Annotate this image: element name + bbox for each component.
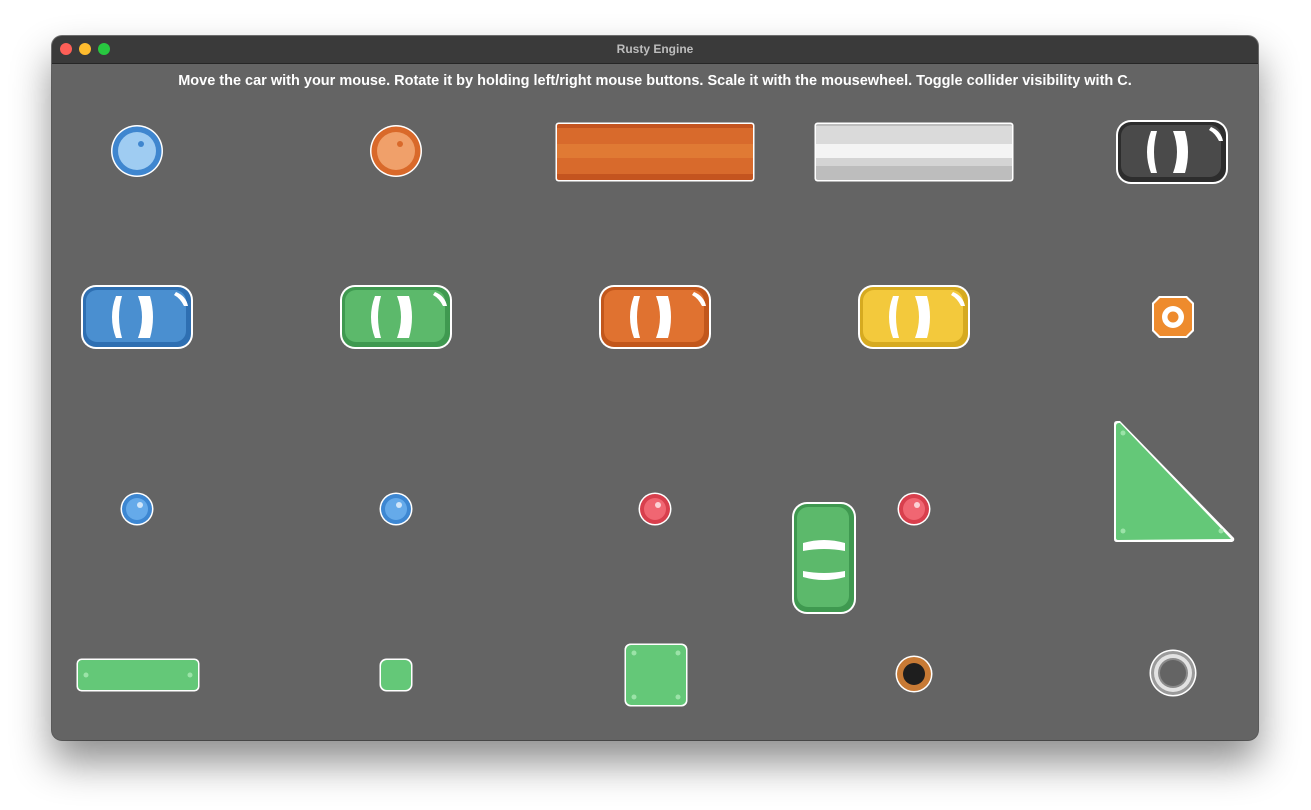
cone-orange-icon xyxy=(1151,295,1195,339)
ring-white-icon xyxy=(1149,649,1197,697)
barrier-white-icon xyxy=(814,122,1014,182)
game-canvas[interactable]: Move the car with your mouse. Rotate it … xyxy=(52,64,1258,740)
title-bar: Rusty Engine xyxy=(52,36,1258,64)
ball-orange-large-icon xyxy=(369,124,423,178)
barrier-orange-icon xyxy=(555,122,755,182)
triangle-green-icon xyxy=(1112,420,1236,544)
window-title: Rusty Engine xyxy=(616,42,694,56)
player-car-green-icon[interactable] xyxy=(791,501,857,615)
hole-black-icon xyxy=(895,655,933,693)
car-blue-icon xyxy=(80,284,194,350)
block-green-square-icon xyxy=(624,643,688,707)
block-green-small-icon xyxy=(379,658,413,692)
car-orange-icon xyxy=(598,284,712,350)
marble-blue-icon xyxy=(379,492,413,526)
ball-blue-large-icon xyxy=(110,124,164,178)
car-green-icon xyxy=(339,284,453,350)
block-green-long-icon xyxy=(76,658,200,692)
car-yellow-icon xyxy=(857,284,971,350)
marble-red-icon xyxy=(638,492,672,526)
car-black-icon xyxy=(1115,119,1229,185)
instructions-text: Move the car with your mouse. Rotate it … xyxy=(178,73,1132,89)
game-window: Rusty Engine Move the car with your mous… xyxy=(52,36,1258,740)
marble-red-icon xyxy=(897,492,931,526)
marble-blue-icon xyxy=(120,492,154,526)
